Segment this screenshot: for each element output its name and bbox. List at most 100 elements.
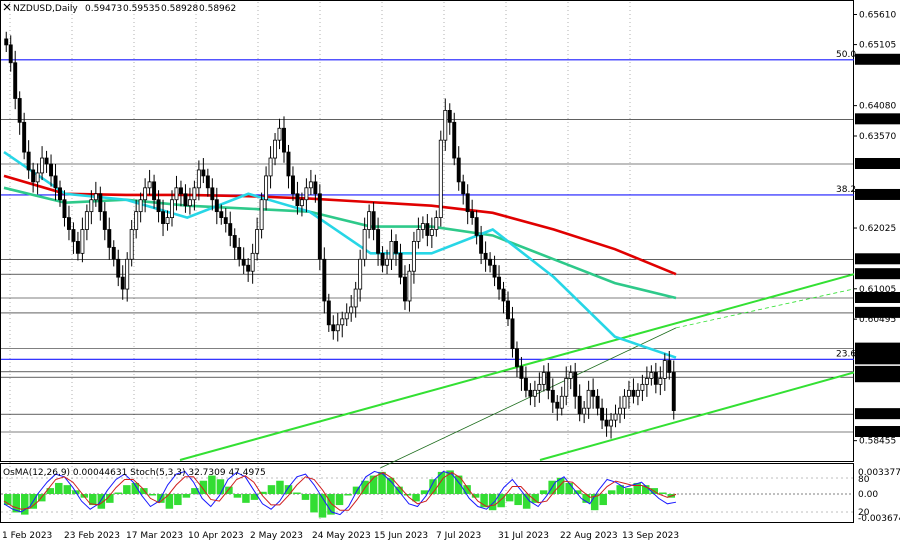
candle-bear: [394, 241, 398, 254]
osma-bar: [114, 492, 123, 494]
candle-bull: [613, 413, 618, 421]
date-tick-label: 17 Mar 2023: [126, 531, 183, 541]
date-tick-label: 1 Feb 2023: [2, 531, 52, 541]
open-value: 0.59473: [85, 4, 122, 14]
candle-bear: [66, 217, 71, 230]
candle-bear: [26, 151, 31, 171]
candle-bear: [326, 300, 331, 326]
level-label: 0.61500: [859, 255, 896, 265]
candle-bull: [420, 223, 425, 230]
candle-bull: [35, 172, 40, 183]
candle-bear: [371, 211, 376, 230]
candle-bull: [411, 241, 416, 272]
candle-bull: [250, 252, 255, 272]
chart-window: 50.0 38.2 23.6 1 Feb 2023 23 Feb 2023 17 Mar…: [0, 0, 900, 544]
osma-bar: [293, 492, 301, 494]
candle-bull: [644, 378, 649, 385]
candle-bear: [653, 372, 658, 385]
candle-bear: [595, 395, 600, 409]
candle-bear: [53, 175, 58, 189]
candle-bear: [452, 121, 457, 159]
candle-bull: [268, 157, 273, 177]
candle-bear: [604, 419, 609, 427]
candle-bear: [376, 229, 381, 254]
candle-bear: [62, 199, 67, 218]
stoch-20-label: 20: [858, 508, 870, 518]
candle-bull: [532, 389, 537, 397]
candle-bear: [447, 109, 452, 123]
candle-bull: [586, 389, 591, 409]
osma-bar: [233, 494, 242, 498]
osma-bar: [182, 494, 191, 498]
osma-bar: [55, 482, 63, 494]
candle-bear: [470, 211, 475, 218]
candle-bear: [31, 169, 36, 183]
date-tick-label: 23 Feb 2023: [64, 531, 120, 541]
candle-bull: [662, 360, 667, 379]
candle-bear: [161, 211, 166, 224]
fib-ratio-label: 50.0: [836, 50, 856, 60]
osma-bar: [344, 494, 352, 496]
level-label: 0.63100: [859, 160, 896, 170]
candle-bear: [282, 127, 286, 153]
candle-bull: [277, 127, 282, 141]
candle-bear: [479, 235, 484, 254]
candle-bear: [398, 252, 403, 278]
candle-bull: [259, 199, 264, 230]
candle-bear: [178, 187, 183, 195]
candle-bear: [667, 360, 672, 373]
osma-bar: [624, 488, 633, 494]
close-value: 0.58962: [199, 4, 236, 14]
candle-bull: [147, 181, 152, 189]
date-tick-label: 13 Sep 2023: [622, 531, 679, 541]
candle-bear: [120, 276, 125, 290]
candle-bull: [385, 258, 390, 266]
candle-bear: [214, 199, 219, 213]
osma-bar: [174, 494, 182, 506]
candle-bear: [671, 372, 676, 411]
stoch-80-label: 80: [858, 475, 870, 485]
price-tick-label: 0.65105: [859, 41, 896, 51]
level-label: 0.64850: [859, 56, 896, 66]
date-tick-label: 15 Jun 2023: [374, 531, 428, 541]
level-label: 0.61250: [859, 270, 896, 280]
candle-bull: [187, 199, 192, 207]
low-value: 0.58928: [161, 4, 198, 14]
osma-bar: [242, 494, 250, 503]
candle-bull: [582, 407, 587, 415]
candle-bull: [93, 193, 98, 201]
candle-bear: [286, 151, 291, 177]
candle-bear: [183, 193, 188, 207]
candle-bear: [210, 187, 215, 201]
osma-bar: [208, 475, 216, 494]
candle-bear: [290, 175, 295, 195]
symbol-label: NZDUSD,Daily: [13, 4, 78, 14]
candle-bear: [465, 193, 470, 213]
candle-bear: [546, 372, 551, 391]
candle-bear: [17, 98, 22, 123]
candle-bear: [232, 235, 237, 248]
candle-bull: [389, 241, 394, 260]
candle-bull: [658, 378, 663, 385]
candle-bear: [523, 378, 528, 391]
price-chart: 50.0 38.2 23.6 1 Feb 2023 23 Feb 2023 17 Mar…: [0, 0, 900, 544]
osma-bar: [301, 494, 310, 500]
candle-bear: [425, 223, 430, 236]
osma-bar: [335, 494, 344, 506]
osma-bar: [148, 494, 157, 496]
candle-bear: [228, 223, 233, 236]
candle-bull: [559, 395, 564, 409]
candle-bull: [362, 229, 367, 260]
candle-bull: [125, 258, 130, 290]
candle-bear: [317, 193, 322, 260]
level-label: 0.60850: [859, 294, 896, 304]
candle-bear: [514, 348, 519, 367]
candle-bear: [44, 157, 49, 165]
candle-bear: [219, 211, 224, 218]
candle-bear: [22, 121, 27, 153]
osma-bar: [63, 485, 72, 494]
candle-bear: [550, 389, 555, 403]
candle-bear: [474, 217, 479, 236]
candle-bull: [434, 217, 439, 230]
candle-bear: [205, 175, 210, 189]
